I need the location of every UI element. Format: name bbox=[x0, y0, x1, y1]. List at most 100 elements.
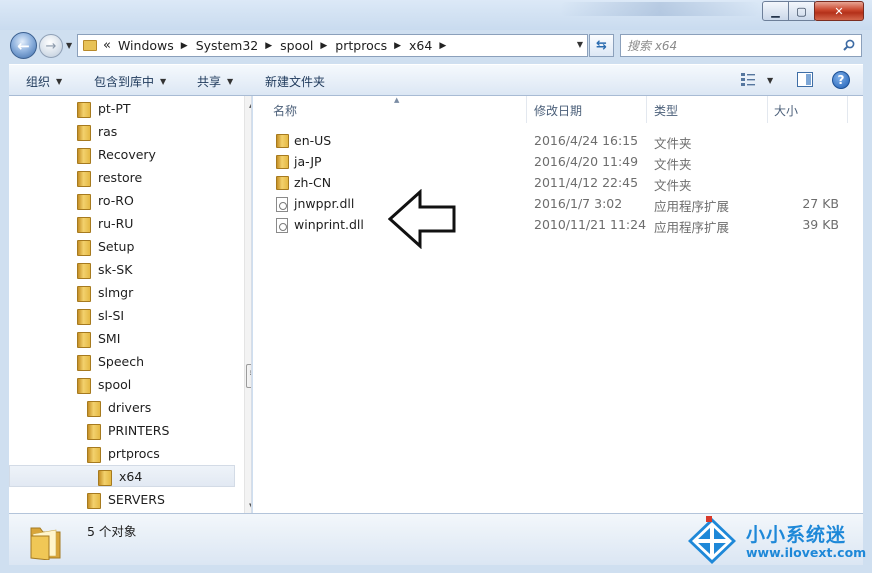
tree-item[interactable]: restore bbox=[9, 166, 235, 188]
tree-item[interactable]: Speech bbox=[9, 350, 235, 372]
tree-item[interactable]: x64 bbox=[9, 465, 235, 487]
new-folder-button[interactable]: 新建文件夹 bbox=[265, 73, 325, 90]
file-type: 应用程序扩展 bbox=[654, 220, 730, 235]
file-modified: 2016/4/20 11:49 bbox=[534, 154, 639, 169]
folder-icon bbox=[77, 170, 91, 187]
folder-icon bbox=[87, 423, 101, 440]
address-bar[interactable]: « Windows ▶ System32 ▶ spool ▶ prtprocs ▶ x6… bbox=[77, 34, 588, 57]
tree-item-label: ras bbox=[98, 123, 118, 139]
breadcrumb-windows[interactable]: Windows ▶ bbox=[115, 38, 193, 53]
chevron-right-icon[interactable]: ▶ bbox=[261, 41, 277, 51]
breadcrumb-x64[interactable]: x64 ▶ bbox=[406, 38, 451, 53]
tree-item[interactable]: pt-PT bbox=[9, 97, 235, 119]
folder-icon bbox=[77, 331, 91, 348]
tree-item[interactable]: Setup bbox=[9, 235, 235, 257]
tree-item-label: PRINTERS bbox=[108, 422, 170, 438]
address-overflow[interactable]: « bbox=[103, 38, 111, 53]
address-history-dropdown[interactable]: ▼ bbox=[577, 40, 583, 49]
tree-item[interactable]: ru-RU bbox=[9, 212, 235, 234]
refresh-icon: ⇆ bbox=[596, 38, 607, 53]
tree-item-label: spool bbox=[98, 376, 132, 392]
chevron-right-icon[interactable]: ▶ bbox=[316, 41, 332, 51]
command-bar: 组织 ▼ 包含到库中 ▼ 共享 ▼ 新建文件夹 ▼ ? bbox=[9, 64, 863, 96]
back-button[interactable]: ← bbox=[10, 32, 37, 59]
column-divider[interactable] bbox=[646, 96, 647, 123]
column-divider[interactable] bbox=[847, 96, 848, 123]
tree-item[interactable]: slmgr bbox=[9, 281, 235, 303]
folder-icon bbox=[77, 285, 91, 302]
file-row[interactable]: zh-CN 2011/4/12 22:45 文件夹 bbox=[269, 172, 849, 193]
tree-item-label: pt-PT bbox=[98, 100, 131, 116]
search-box[interactable] bbox=[620, 34, 862, 57]
title-blur bbox=[560, 2, 760, 16]
column-divider[interactable] bbox=[526, 96, 527, 123]
minimize-button[interactable]: ▁ bbox=[762, 1, 789, 21]
include-in-library-menu[interactable]: 包含到库中 ▼ bbox=[94, 73, 166, 90]
tree-item[interactable]: SERVERS bbox=[9, 488, 235, 510]
tree-item-label: sl-SI bbox=[98, 307, 125, 323]
file-name: ja-JP bbox=[294, 154, 322, 169]
refresh-button[interactable]: ⇆ bbox=[589, 34, 614, 57]
tree-item[interactable]: sk-SK bbox=[9, 258, 235, 280]
chevron-down-icon: ▼ bbox=[56, 77, 63, 86]
folder-icon bbox=[77, 377, 91, 394]
chevron-right-icon[interactable]: ▶ bbox=[390, 41, 406, 51]
forward-arrow-icon: → bbox=[45, 38, 57, 54]
file-modified: 2011/4/12 22:45 bbox=[534, 175, 639, 190]
tree-item[interactable]: Recovery bbox=[9, 143, 235, 165]
nav-scrollbar[interactable]: ▲ ▼ bbox=[244, 96, 251, 513]
column-modified[interactable]: 修改日期 bbox=[534, 102, 582, 119]
folder-icon bbox=[83, 40, 97, 51]
column-name[interactable]: 名称 bbox=[273, 102, 297, 119]
navigation-pane: pt-PT ras Recovery restore ro-RO ru-RU Setup sk… bbox=[9, 96, 252, 513]
dll-file-icon bbox=[276, 197, 288, 212]
chevron-right-icon[interactable]: ▶ bbox=[435, 41, 451, 51]
scroll-up-icon[interactable]: ▲ bbox=[249, 101, 251, 109]
file-row[interactable]: winprint.dll 2010/11/21 11:24 应用程序扩展 39 KB bbox=[269, 214, 849, 235]
view-options-dropdown[interactable]: ▼ bbox=[767, 76, 773, 85]
scroll-down-icon[interactable]: ▼ bbox=[249, 502, 251, 510]
scroll-thumb[interactable] bbox=[246, 364, 251, 388]
help-icon[interactable]: ? bbox=[832, 71, 850, 89]
view-options-icon[interactable] bbox=[741, 73, 755, 87]
tree-item-label: ru-RU bbox=[98, 215, 134, 231]
folder-icon bbox=[77, 193, 91, 210]
organize-menu[interactable]: 组织 ▼ bbox=[26, 73, 62, 90]
tree-item[interactable]: PRINTERS bbox=[9, 419, 235, 441]
search-input[interactable] bbox=[627, 38, 837, 53]
chevron-right-icon[interactable]: ▶ bbox=[177, 41, 193, 51]
file-size: 27 KB bbox=[802, 196, 839, 211]
maximize-button[interactable]: ▢ bbox=[788, 1, 815, 21]
close-button[interactable]: ✕ bbox=[814, 1, 864, 21]
tree-item[interactable]: SMI bbox=[9, 327, 235, 349]
folder-icon bbox=[77, 239, 91, 256]
back-arrow-icon: ← bbox=[17, 36, 30, 55]
share-menu[interactable]: 共享 ▼ bbox=[197, 73, 233, 90]
chevron-down-icon: ▼ bbox=[227, 77, 234, 86]
recent-pages-dropdown[interactable]: ▼ bbox=[66, 41, 72, 50]
tree-item[interactable]: prtprocs bbox=[9, 442, 235, 464]
tree-item[interactable]: spool bbox=[9, 373, 235, 395]
forward-button[interactable]: → bbox=[39, 34, 63, 58]
preview-pane-icon[interactable] bbox=[797, 72, 813, 87]
tree-item[interactable]: sl-SI bbox=[9, 304, 235, 326]
file-row[interactable]: jnwppr.dll 2016/1/7 3:02 应用程序扩展 27 KB bbox=[269, 193, 849, 214]
folder-icon bbox=[87, 400, 101, 417]
tree-item-label: slmgr bbox=[98, 284, 134, 300]
tree-item[interactable]: drivers bbox=[9, 396, 235, 418]
folder-icon bbox=[276, 176, 289, 190]
tree-item[interactable]: ras bbox=[9, 120, 235, 142]
file-row[interactable]: en-US 2016/4/24 16:15 文件夹 bbox=[269, 130, 849, 151]
breadcrumb-system32[interactable]: System32 ▶ bbox=[193, 38, 277, 53]
folder-icon bbox=[77, 124, 91, 141]
breadcrumb-prtprocs[interactable]: prtprocs ▶ bbox=[332, 38, 406, 53]
column-size[interactable]: 大小 bbox=[774, 102, 798, 119]
search-icon[interactable] bbox=[843, 39, 855, 51]
breadcrumb-spool[interactable]: spool ▶ bbox=[277, 38, 332, 53]
item-count: 5 个对象 bbox=[87, 524, 137, 539]
folder-icon bbox=[276, 155, 289, 169]
column-type[interactable]: 类型 bbox=[654, 102, 678, 119]
tree-item[interactable]: ro-RO bbox=[9, 189, 235, 211]
file-row[interactable]: ja-JP 2016/4/20 11:49 文件夹 bbox=[269, 151, 849, 172]
column-divider[interactable] bbox=[767, 96, 768, 123]
